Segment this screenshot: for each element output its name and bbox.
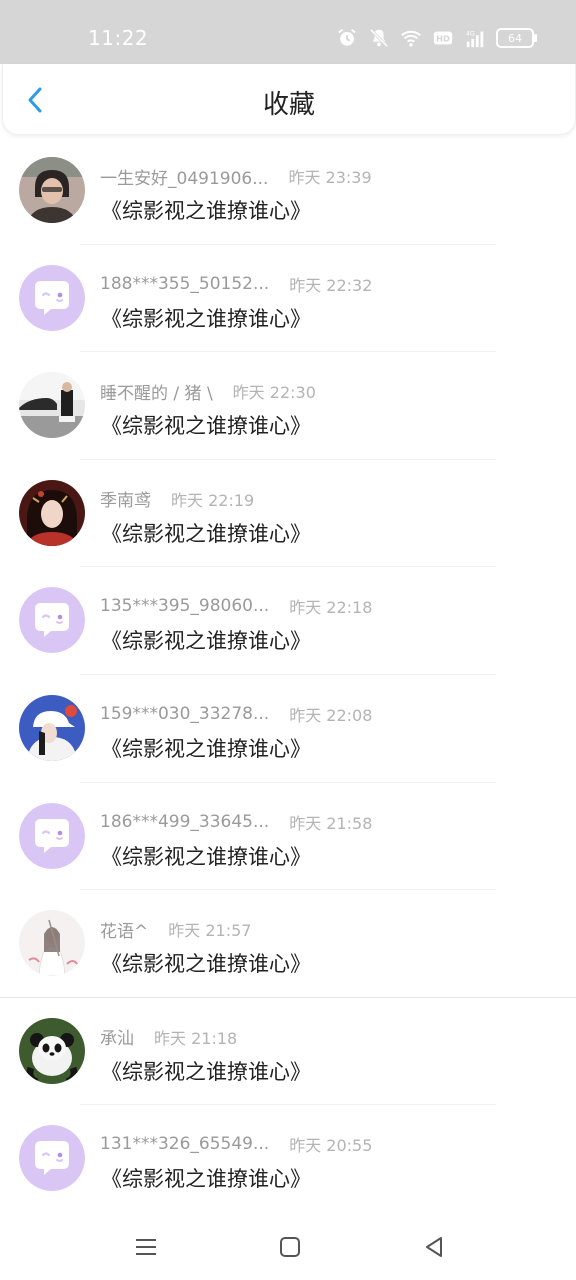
default-avatar-icon xyxy=(19,802,85,869)
favorite-list-item[interactable]: 花语^ 昨天 21:57 《综影视之谁撩谁心》 xyxy=(0,890,576,998)
timestamp: 昨天 20:55 xyxy=(289,1136,373,1156)
favorite-list-item[interactable]: 135***395_98060... 昨天 22:18 《综影视之谁撩谁心》 xyxy=(0,567,576,675)
item-meta: 承汕 昨天 21:18 xyxy=(100,1025,238,1050)
user-photo-icon xyxy=(19,694,85,761)
default-avatar-icon xyxy=(19,1125,85,1192)
status-icons: HD 4G 64 xyxy=(336,26,537,50)
favorite-list-item[interactable]: 186***499_33645... 昨天 21:58 《综影视之谁撩谁心》 xyxy=(0,783,576,891)
user-photo-icon xyxy=(19,910,85,977)
book-title[interactable]: 《综影视之谁撩谁心》 xyxy=(101,518,311,548)
book-title[interactable]: 《综影视之谁撩谁心》 xyxy=(101,1163,311,1193)
username: 186***499_33645... xyxy=(100,811,270,832)
timestamp: 昨天 22:32 xyxy=(289,275,373,295)
book-title[interactable]: 《综影视之谁撩谁心》 xyxy=(101,303,311,333)
hd-icon: HD xyxy=(433,31,453,45)
item-meta: 131***326_65549... 昨天 20:55 xyxy=(100,1132,372,1156)
favorite-list-item[interactable]: 131***326_65549... 昨天 20:55 《综影视之谁撩谁心》 xyxy=(0,1105,576,1213)
home-button[interactable] xyxy=(275,1232,305,1262)
favorite-list-item[interactable]: 季南鸢 昨天 22:19 《综影视之谁撩谁心》 xyxy=(0,460,576,568)
item-meta: 188***355_50152... 昨天 22:32 xyxy=(100,272,372,296)
book-title[interactable]: 《综影视之谁撩谁心》 xyxy=(101,195,311,225)
default-avatar-icon xyxy=(19,587,85,654)
book-title[interactable]: 《综影视之谁撩谁心》 xyxy=(101,1056,311,1086)
system-back-button[interactable] xyxy=(419,1232,449,1262)
favorite-list-item[interactable]: 一生安好_0491906... 昨天 23:39 《综影视之谁撩谁心》 xyxy=(0,137,576,245)
avatar[interactable] xyxy=(19,157,85,223)
avatar[interactable] xyxy=(19,264,85,331)
user-photo-icon xyxy=(19,479,85,546)
avatar[interactable] xyxy=(19,587,85,654)
username: 131***326_65549... xyxy=(100,1134,270,1155)
avatar[interactable] xyxy=(19,802,85,869)
avatar[interactable] xyxy=(19,1017,85,1084)
username: 一生安好_0491906... xyxy=(100,168,269,189)
username: 季南鸢 xyxy=(100,491,151,512)
svg-text:HD: HD xyxy=(436,34,450,44)
battery-indicator: 64 xyxy=(496,28,537,48)
user-photo-icon xyxy=(19,372,85,439)
username: 159***030_33278... xyxy=(100,703,270,724)
book-title[interactable]: 《综影视之谁撩谁心》 xyxy=(101,948,311,978)
book-title[interactable]: 《综影视之谁撩谁心》 xyxy=(101,733,311,763)
menu-button[interactable] xyxy=(131,1232,161,1262)
book-title[interactable]: 《综影视之谁撩谁心》 xyxy=(101,841,311,871)
item-meta: 睡不醒的 / 猪 \ 昨天 22:30 xyxy=(100,379,316,404)
wifi-icon xyxy=(401,30,421,47)
username: 135***395_98060... xyxy=(100,596,270,617)
username: 睡不醒的 / 猪 \ xyxy=(100,383,213,404)
item-meta: 135***395_98060... 昨天 22:18 xyxy=(100,594,372,618)
timestamp: 昨天 23:39 xyxy=(288,168,372,187)
svg-text:4G: 4G xyxy=(466,29,475,37)
timestamp: 昨天 22:19 xyxy=(171,490,255,510)
favorite-list-item[interactable]: 承汕 昨天 21:18 《综影视之谁撩谁心》 xyxy=(0,998,576,1106)
item-meta: 花语^ 昨天 21:57 xyxy=(100,917,252,942)
page-title: 收藏 xyxy=(262,90,315,120)
favorite-list-item[interactable]: 159***030_33278... 昨天 22:08 《综影视之谁撩谁心》 xyxy=(0,675,576,783)
favorite-list-item[interactable]: 睡不醒的 / 猪 \ 昨天 22:30 《综影视之谁撩谁心》 xyxy=(0,352,576,460)
4g-signal-icon: 4G xyxy=(466,29,484,48)
status-time: 11:22 xyxy=(88,26,149,50)
user-photo-icon xyxy=(19,157,85,223)
timestamp: 昨天 22:08 xyxy=(289,705,373,725)
menu-icon xyxy=(136,1239,156,1255)
item-meta: 季南鸢 昨天 22:19 xyxy=(100,487,255,512)
timestamp: 昨天 22:18 xyxy=(289,598,373,618)
battery-level: 64 xyxy=(508,31,522,45)
avatar[interactable] xyxy=(19,372,85,439)
avatar[interactable] xyxy=(19,1125,85,1192)
favorites-list: 一生安好_0491906... 昨天 23:39 《综影视之谁撩谁心》 188***3… xyxy=(0,137,576,1213)
timestamp: 昨天 21:18 xyxy=(154,1028,238,1048)
item-meta: 159***030_33278... 昨天 22:08 xyxy=(100,702,372,726)
timestamp: 昨天 22:30 xyxy=(232,383,316,403)
username: 承汕 xyxy=(100,1029,134,1050)
system-nav-bar xyxy=(0,1216,576,1280)
app-header: 收藏 xyxy=(2,64,576,135)
back-triangle-icon xyxy=(426,1237,442,1257)
alarm-icon xyxy=(338,29,356,46)
username: 188***355_50152... xyxy=(100,273,270,294)
timestamp: 昨天 21:58 xyxy=(289,813,373,833)
favorite-list-item[interactable]: 188***355_50152... 昨天 22:32 《综影视之谁撩谁心》 xyxy=(0,245,576,353)
mute-icon xyxy=(369,28,389,48)
default-avatar-icon xyxy=(19,264,85,331)
username: 花语^ xyxy=(100,921,149,942)
book-title[interactable]: 《综影视之谁撩谁心》 xyxy=(101,625,311,655)
avatar[interactable] xyxy=(19,694,85,761)
avatar[interactable] xyxy=(19,479,85,546)
status-bar: 11:22 HD 4G 64 xyxy=(0,0,576,64)
book-title[interactable]: 《综影视之谁撩谁心》 xyxy=(101,410,311,440)
timestamp: 昨天 21:57 xyxy=(168,921,252,941)
item-meta: 一生安好_0491906... 昨天 23:39 xyxy=(100,164,372,189)
avatar[interactable] xyxy=(19,910,85,977)
user-photo-icon xyxy=(19,1017,85,1084)
item-meta: 186***499_33645... 昨天 21:58 xyxy=(100,810,372,834)
home-square-icon xyxy=(280,1237,300,1257)
